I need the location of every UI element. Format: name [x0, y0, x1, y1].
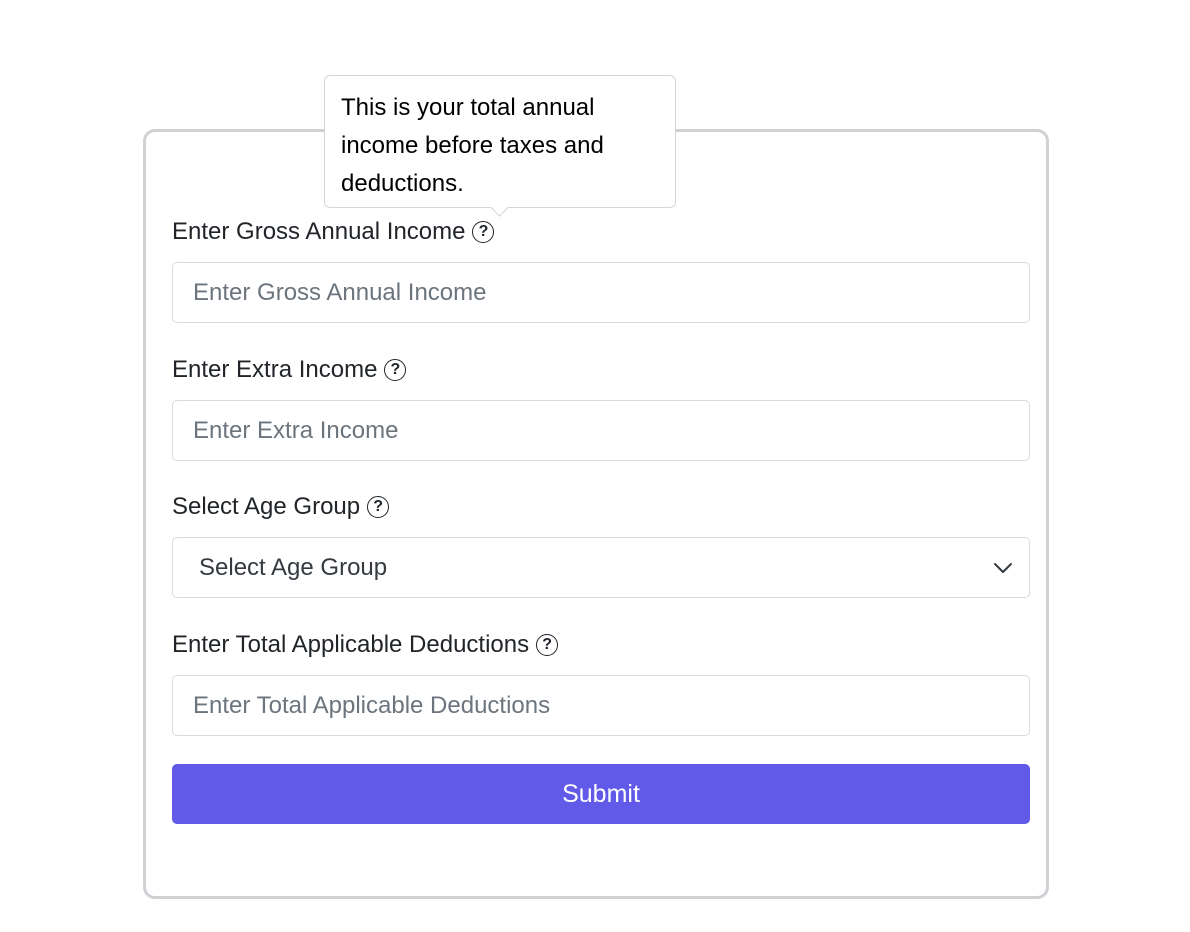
- question-circle-icon[interactable]: ?: [367, 496, 390, 518]
- question-circle-icon[interactable]: ?: [536, 634, 559, 656]
- income-help-tooltip: This is your total annual income before …: [324, 75, 676, 217]
- tax-calculator-form: Enter Gross Annual Income ? Enter Extra …: [143, 129, 1049, 899]
- gross-income-field: Enter Gross Annual Income ?: [172, 217, 1030, 323]
- deductions-field: Enter Total Applicable Deductions ?: [172, 630, 1030, 736]
- deductions-label: Enter Total Applicable Deductions: [172, 631, 530, 658]
- age-group-label: Select Age Group: [172, 493, 361, 520]
- extra-income-label-row: Enter Extra Income ?: [172, 355, 1030, 385]
- extra-income-field: Enter Extra Income ?: [172, 355, 1030, 461]
- tooltip-text: This is your total annual income before …: [341, 94, 604, 197]
- gross-income-label-row: Enter Gross Annual Income ?: [172, 217, 1030, 247]
- deductions-input[interactable]: [172, 675, 1030, 736]
- age-group-label-row: Select Age Group ?: [172, 492, 1030, 522]
- chevron-down-icon: [994, 562, 1012, 573]
- submit-button[interactable]: Submit: [172, 764, 1030, 824]
- gross-income-label: Enter Gross Annual Income: [172, 218, 466, 245]
- question-circle-icon[interactable]: ?: [384, 359, 407, 381]
- extra-income-input[interactable]: [172, 400, 1030, 461]
- age-group-field: Select Age Group ? Select Age Group: [172, 492, 1030, 598]
- age-group-selected-value: Select Age Group: [199, 553, 388, 581]
- deductions-label-row: Enter Total Applicable Deductions ?: [172, 630, 1030, 660]
- question-circle-icon[interactable]: ?: [472, 221, 495, 243]
- extra-income-label: Enter Extra Income: [172, 356, 378, 383]
- age-group-select[interactable]: Select Age Group: [172, 537, 1030, 598]
- gross-income-input[interactable]: [172, 262, 1030, 323]
